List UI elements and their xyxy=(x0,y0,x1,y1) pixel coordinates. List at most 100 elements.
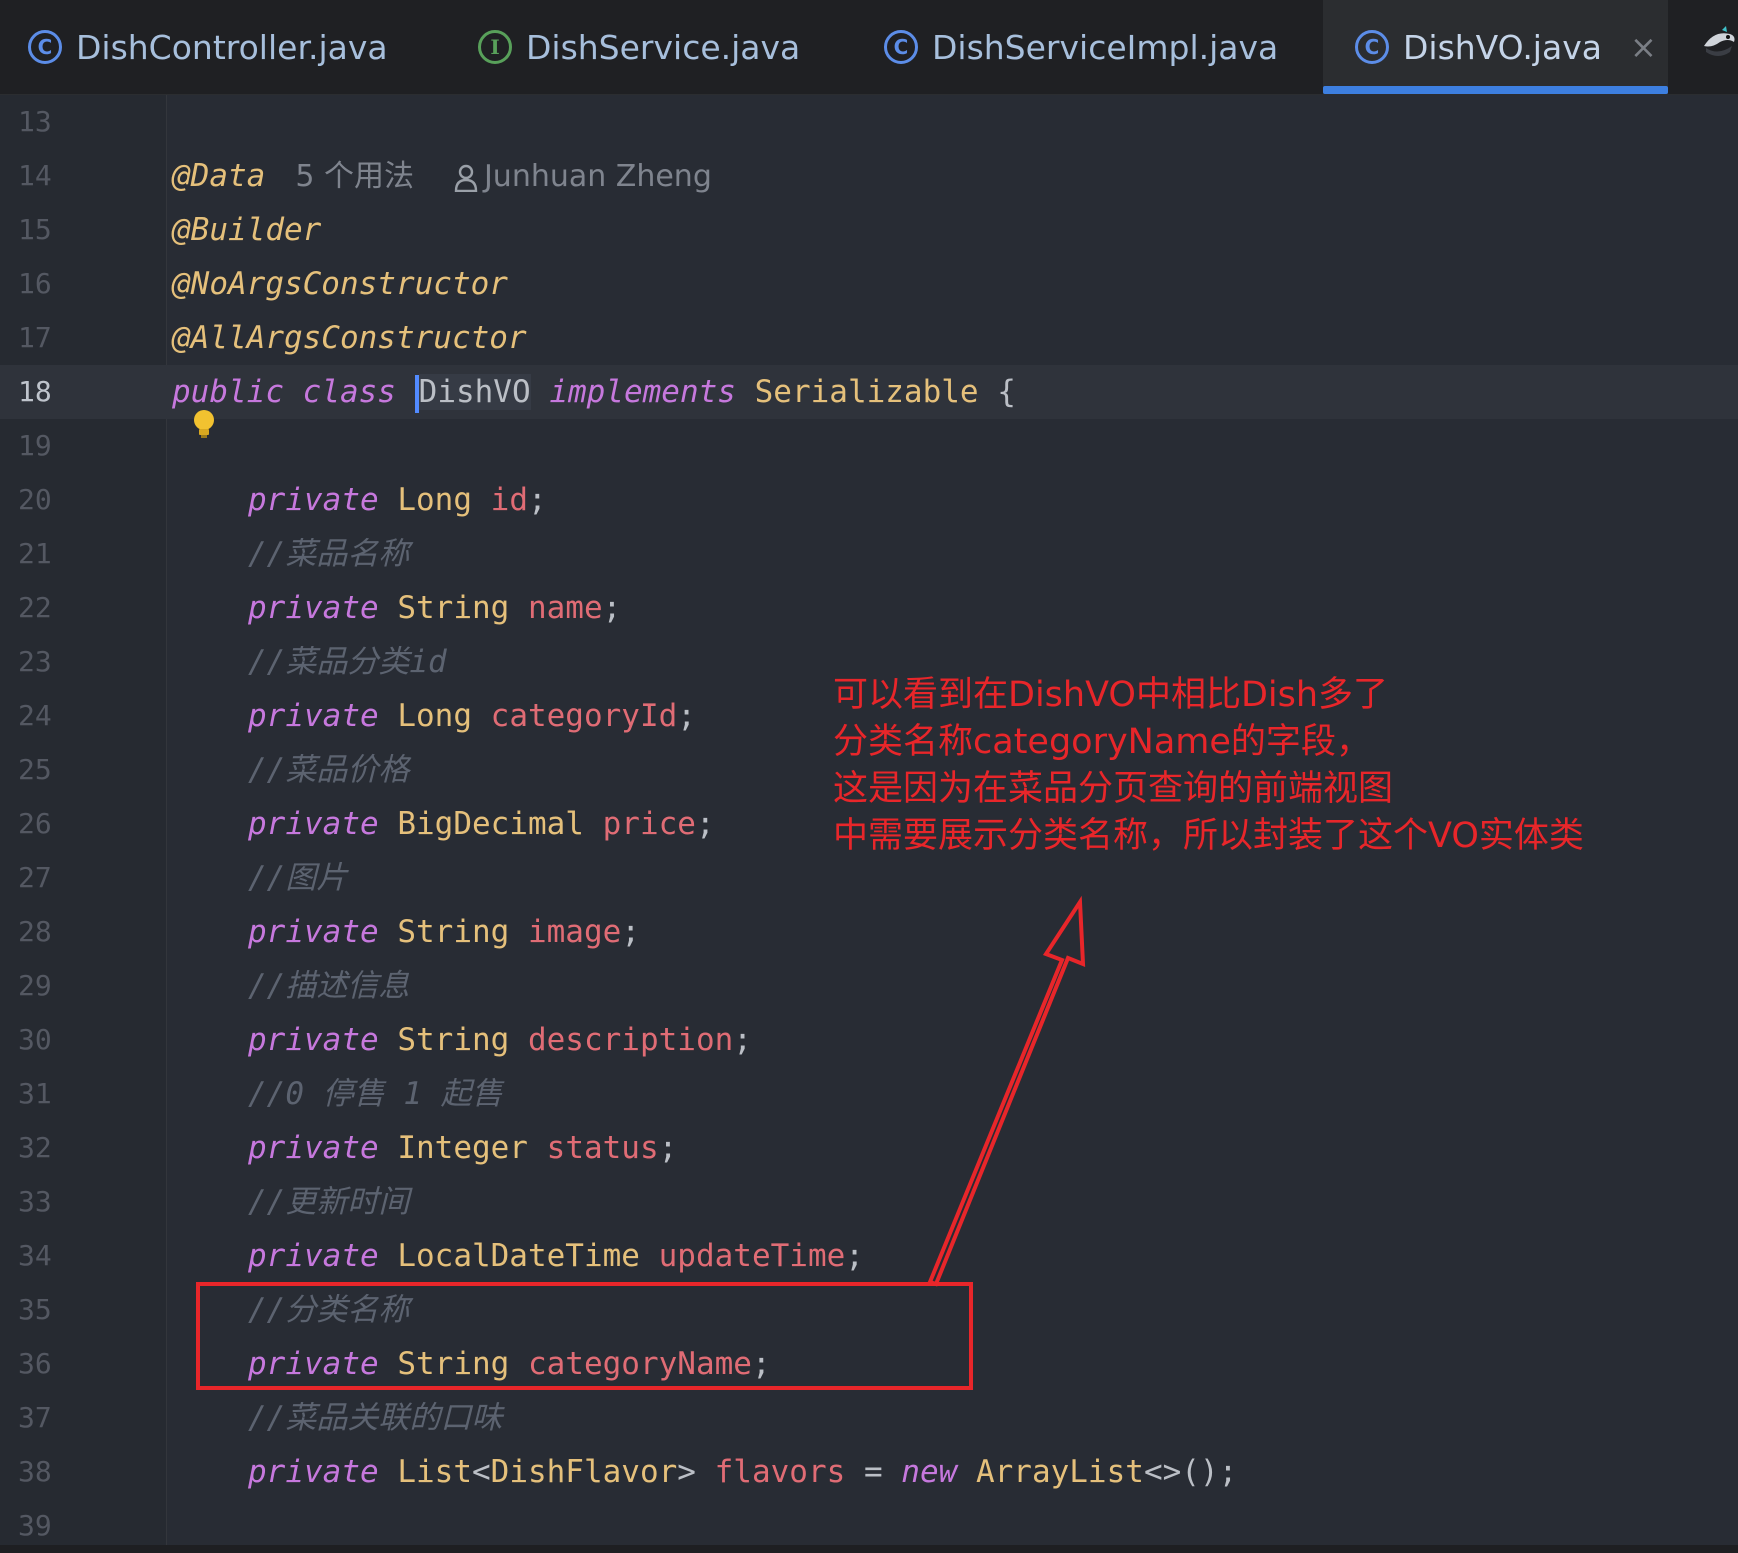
tab-label: DishController.java xyxy=(76,27,388,67)
code-text: private LocalDateTime updateTime; xyxy=(248,1229,864,1283)
code-token: BigDecimal xyxy=(397,806,584,842)
line-number: 17 xyxy=(18,321,52,354)
code-line[interactable]: 31 //0 停售 1 起售 xyxy=(0,1067,1738,1121)
lightbulb-icon[interactable] xyxy=(192,409,216,439)
code-token: private xyxy=(248,1454,379,1490)
code-line[interactable]: 19 xyxy=(0,419,1738,473)
code-line[interactable]: 21 //菜品名称 xyxy=(0,527,1738,581)
code-text: //更新时间 xyxy=(248,1175,409,1229)
code-text: @Data 5 个用法 Junhuan Zheng xyxy=(172,149,712,203)
code-text: //0 停售 1 起售 xyxy=(248,1067,503,1121)
code-line[interactable]: 20 private Long id; xyxy=(0,473,1738,527)
code-token: private xyxy=(248,1022,379,1058)
code-token: ; xyxy=(527,482,547,518)
code-line[interactable]: 16 @NoArgsConstructor xyxy=(0,257,1738,311)
line-number: 14 xyxy=(18,159,52,192)
code-line[interactable]: 30 private String description; xyxy=(0,1013,1738,1067)
code-token: implements xyxy=(549,374,736,410)
code-token: @Data xyxy=(172,158,266,194)
code-line[interactable]: 22 private String name; xyxy=(0,581,1738,635)
code-token: name xyxy=(527,590,603,626)
code-line[interactable]: 32 private Integer status; xyxy=(0,1121,1738,1175)
tab-dish-controller[interactable]: C DishController.java xyxy=(28,0,388,94)
annotation-line: 中需要展示分类名称，所以封装了这个VO实体类 xyxy=(833,816,1584,856)
tab-label: DishServiceImpl.java xyxy=(932,27,1279,67)
code-token: @Builder xyxy=(172,212,322,248)
code-line[interactable]: 14 @Data 5 个用法 Junhuan Zheng xyxy=(0,149,1738,203)
usages-inlay-hint[interactable]: 5 个用法 xyxy=(295,159,414,194)
tab-label: DishService.java xyxy=(526,27,801,67)
code-token: //更新时间 xyxy=(248,1184,410,1220)
code-line[interactable]: 17 @AllArgsConstructor xyxy=(0,311,1738,365)
code-token: ; xyxy=(845,1238,864,1274)
tab-dish-service-impl[interactable]: C DishServiceImpl.java xyxy=(884,0,1278,94)
code-token: public xyxy=(172,374,284,410)
code-token: Long xyxy=(397,482,472,518)
code-text: @NoArgsConstructor xyxy=(172,257,508,311)
code-token: class xyxy=(302,374,396,410)
line-number: 31 xyxy=(18,1077,52,1110)
code-token: LocalDateTime xyxy=(397,1238,640,1274)
code-text: //描述信息 xyxy=(248,959,409,1013)
code-text: private Integer status; xyxy=(248,1121,677,1175)
code-token: id xyxy=(490,482,528,518)
line-number: 29 xyxy=(18,969,52,1002)
code-token: @AllArgsConstructor xyxy=(172,320,527,356)
code-token: price xyxy=(602,806,696,842)
code-token: updateTime xyxy=(658,1238,846,1274)
line-number: 34 xyxy=(18,1239,52,1272)
annotation-line: 分类名称categoryName的字段， xyxy=(833,722,1371,762)
user-icon xyxy=(454,164,478,192)
code-token: //菜品关联的口味 xyxy=(248,1400,503,1436)
code-token: private xyxy=(248,1238,379,1274)
code-line[interactable]: 18 public class DishVO implements Seriali… xyxy=(0,365,1738,419)
plugin-mascot-icon[interactable] xyxy=(1700,26,1738,60)
close-tab-icon[interactable]: × xyxy=(1630,28,1657,66)
code-line[interactable]: 38 private List<DishFlavor> flavors = new… xyxy=(0,1445,1738,1499)
code-text: //菜品价格 xyxy=(248,743,409,797)
code-token: <>(); xyxy=(1143,1454,1238,1490)
tab-dish-service[interactable]: I DishService.java xyxy=(478,0,800,94)
line-number: 26 xyxy=(18,807,52,840)
active-tab-indicator xyxy=(1323,86,1668,94)
line-number: 15 xyxy=(18,213,52,246)
code-token: ; xyxy=(695,806,715,842)
code-token: ; xyxy=(602,590,622,626)
tab-dish-vo[interactable]: C DishVO.java × xyxy=(1323,0,1668,94)
code-line[interactable]: 13 xyxy=(0,95,1738,149)
code-token: ; xyxy=(677,698,696,734)
line-number: 36 xyxy=(18,1347,52,1380)
code-line[interactable]: 15 @Builder xyxy=(0,203,1738,257)
line-number: 37 xyxy=(18,1401,52,1434)
author-name: Junhuan Zheng xyxy=(483,159,712,194)
line-number: 30 xyxy=(18,1023,52,1056)
code-line[interactable]: 28 private String image; xyxy=(0,905,1738,959)
code-text: //菜品名称 xyxy=(248,527,409,581)
line-number: 28 xyxy=(18,915,52,948)
code-line[interactable]: 29 //描述信息 xyxy=(0,959,1738,1013)
code-token: Integer xyxy=(397,1130,528,1166)
code-text: public class DishVO implements Serializa… xyxy=(172,365,1016,419)
line-number: 22 xyxy=(18,591,52,624)
code-line[interactable]: 37 //菜品关联的口味 xyxy=(0,1391,1738,1445)
code-text: //菜品分类id xyxy=(248,635,447,689)
code-token: = xyxy=(845,1454,902,1490)
code-token: flavors xyxy=(714,1454,846,1490)
class-icon: C xyxy=(1355,30,1389,64)
line-number: 35 xyxy=(18,1293,52,1326)
code-token: String xyxy=(397,1022,510,1058)
code-line[interactable]: 33 //更新时间 xyxy=(0,1175,1738,1229)
author-inlay-hint[interactable]: Junhuan Zheng xyxy=(454,159,712,194)
code-line[interactable]: 34 private LocalDateTime updateTime; xyxy=(0,1229,1738,1283)
code-token: ArrayList xyxy=(975,1454,1144,1490)
